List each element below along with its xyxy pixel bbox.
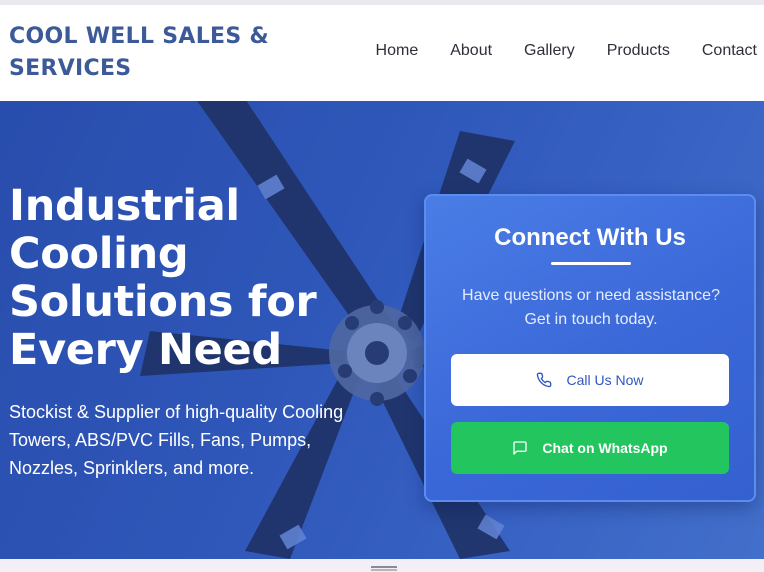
- main-nav: Home About Gallery Products Contact: [376, 42, 757, 60]
- call-us-button[interactable]: Call Us Now: [451, 354, 729, 406]
- contact-card-text-line: Have questions or need assistance?: [462, 287, 720, 304]
- contact-card-title: Connect With Us: [494, 224, 686, 251]
- site-header: COOL WELL SALES & SERVICES Home About Ga…: [0, 5, 764, 101]
- brand-line-1: COOL WELL SALES &: [9, 24, 269, 49]
- contact-card: Connect With Us Have questions or need a…: [424, 194, 756, 502]
- brand-logo-text[interactable]: COOL WELL SALES & SERVICES: [9, 21, 299, 85]
- whatsapp-button[interactable]: Chat on WhatsApp: [451, 422, 729, 474]
- hero-subtitle-line: Nozzles, Sprinklers, and more.: [9, 458, 255, 478]
- hero-section: Industrial Cooling Solutions for Every N…: [0, 101, 764, 559]
- contact-card-text-line: Get in touch today.: [524, 311, 658, 328]
- hero-heading-line: Industrial: [9, 181, 240, 231]
- hero-subtitle-line: Towers, ABS/PVC Fills, Fans, Pumps,: [9, 430, 312, 450]
- contact-card-text: Have questions or need assistance? Get i…: [446, 284, 736, 332]
- nav-gallery[interactable]: Gallery: [524, 42, 575, 60]
- nav-contact[interactable]: Contact: [702, 42, 757, 60]
- chat-bubble-icon: [512, 440, 528, 456]
- whatsapp-label: Chat on WhatsApp: [542, 440, 668, 456]
- hero-heading-line: Solutions for: [9, 277, 317, 327]
- menu-handle-icon[interactable]: [371, 566, 397, 568]
- hero-heading: Industrial Cooling Solutions for Every N…: [9, 182, 369, 374]
- hero-subtitle-line: Stockist & Supplier of high-quality Cool…: [9, 402, 344, 422]
- title-divider: [551, 262, 631, 265]
- call-us-label: Call Us Now: [566, 372, 644, 388]
- phone-icon: [536, 372, 552, 388]
- nav-home[interactable]: Home: [376, 42, 419, 60]
- nav-products[interactable]: Products: [607, 42, 670, 60]
- hero-heading-line: Every Need: [9, 325, 282, 375]
- nav-about[interactable]: About: [450, 42, 492, 60]
- menu-handle-icon-line: [371, 569, 397, 571]
- hero-heading-line: Cooling: [9, 229, 189, 279]
- hero-subtitle: Stockist & Supplier of high-quality Cool…: [9, 398, 389, 482]
- brand-line-2: SERVICES: [9, 56, 132, 81]
